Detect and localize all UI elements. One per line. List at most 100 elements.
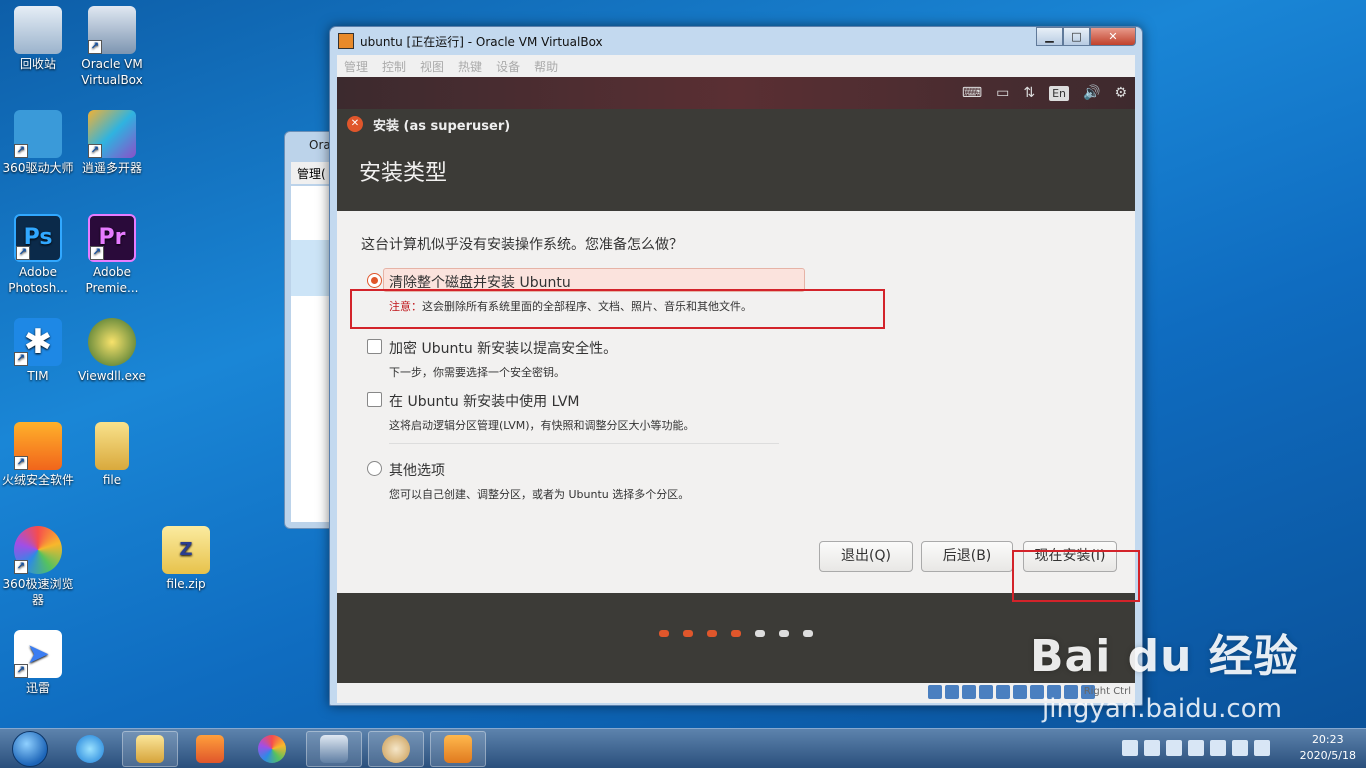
optical-drive-icon[interactable] (945, 685, 959, 699)
option-something-else[interactable]: 其他选项 您可以自己创建、调整分区，或者为 Ubuntu 选择多个分区。 (367, 460, 690, 502)
battery-icon[interactable]: ▭ (996, 85, 1009, 101)
desktop-icon-tim[interactable]: ✱ ↗ TIM (0, 318, 76, 384)
vm-title-bar[interactable]: ubuntu [正在运行] - Oracle VM VirtualBox (330, 27, 1142, 55)
maximize-button[interactable]: □ (1063, 27, 1090, 46)
help-icon[interactable] (1144, 740, 1160, 756)
something-else-radio[interactable] (367, 461, 382, 476)
quit-button[interactable]: 退出(Q) (819, 541, 913, 572)
desktop-icon-recycle-bin[interactable]: 回收站 (0, 6, 76, 72)
360-driver-icon: ↗ (14, 110, 62, 158)
progress-dot (779, 630, 789, 637)
paint-palette-icon (382, 735, 410, 763)
encrypt-checkbox[interactable] (367, 339, 382, 354)
show-hidden-icons-icon[interactable] (1166, 740, 1182, 756)
lvm-checkbox[interactable] (367, 392, 382, 407)
installer-close-icon[interactable]: ✕ (347, 116, 363, 132)
premiere-icon: Pr ↗ (88, 214, 136, 262)
tim-icon: ✱ ↗ (14, 318, 62, 366)
shortcut-arrow-icon: ↗ (14, 664, 28, 678)
installer-title-bar: ✕ 安装 (as superuser) (337, 109, 1135, 139)
erase-disk-radio[interactable] (367, 273, 382, 288)
progress-dot (803, 630, 813, 637)
installer-footer (337, 593, 1135, 683)
install-question: 这台计算机似乎没有安装操作系统。您准备怎么做？ (361, 237, 683, 253)
shortcut-arrow-icon: ↗ (14, 352, 28, 366)
menu-devices[interactable]: 设备 (489, 58, 527, 75)
menu-help[interactable]: 帮助 (527, 58, 565, 75)
settings-gear-icon[interactable]: ⚙ (1114, 85, 1127, 101)
clock-time: 20:23 (1311, 733, 1344, 746)
xunlei-icon: ➤ ↗ (14, 630, 62, 678)
option-encrypt[interactable]: 加密 Ubuntu 新安装以提高安全性。 下一步，你需要选择一个安全密钥。 (367, 338, 618, 380)
menu-view[interactable]: 视图 (413, 58, 451, 75)
close-button[interactable]: ✕ (1090, 27, 1136, 46)
option-lvm[interactable]: 在 Ubuntu 新安装中使用 LVM 这将启动逻辑分区管理(LVM)，有快照和… (367, 391, 695, 433)
usb-icon[interactable] (996, 685, 1010, 699)
360-browser-icon: ↗ (14, 526, 62, 574)
desktop-icon-virtualbox[interactable]: ↗ Oracle VM VirtualBox (74, 6, 150, 88)
virtualbox-icon (320, 735, 348, 763)
taskbar-360-browser[interactable] (244, 731, 300, 767)
desktop-icon-360-browser[interactable]: ↗ 360极速浏览器 (0, 526, 76, 608)
ie-icon (76, 735, 104, 763)
desktop-icon-label: 逍遥多开器 (81, 161, 142, 175)
desktop-icon-label: Oracle VM VirtualBox (81, 57, 143, 87)
vm-window[interactable]: ubuntu [正在运行] - Oracle VM VirtualBox ▁ □… (329, 26, 1143, 706)
volume-tray-icon[interactable] (1254, 740, 1270, 756)
virtualbox-app-icon (338, 33, 354, 49)
desktop-icon-label: Adobe Photosh... (8, 265, 68, 295)
network-adapter-icon[interactable] (979, 685, 993, 699)
desktop-icon-360-driver[interactable]: ↗ 360驱动大师 (0, 110, 76, 176)
volume-icon[interactable]: 🔊 (1083, 85, 1100, 101)
minimize-button[interactable]: ▁ (1036, 27, 1063, 46)
sogou-input-icon[interactable] (1122, 740, 1138, 756)
desktop-icon-label: 360驱动大师 (2, 161, 74, 175)
desktop-icon-file-folder[interactable]: file (74, 422, 150, 488)
media-player-icon (196, 735, 224, 763)
clock[interactable]: 20:23 2020/5/18 (1300, 732, 1356, 764)
taskbar-virtualbox[interactable] (306, 731, 362, 767)
vm-menu-bar: 管理 控制 视图 热键 设备 帮助 (337, 55, 1135, 77)
back-button[interactable]: 后退(B) (921, 541, 1013, 572)
start-button[interactable] (2, 730, 58, 768)
desktop-icon-xunlei[interactable]: ➤ ↗ 迅雷 (0, 630, 76, 696)
desktop-icon-xiaoyao[interactable]: ↗ 逍遥多开器 (74, 110, 150, 176)
flag-icon[interactable] (1188, 740, 1204, 756)
desktop-icon-viewdll[interactable]: Viewdll.exe (74, 318, 150, 384)
taskbar-ie[interactable] (62, 731, 118, 767)
option-note: 您可以自己创建、调整分区，或者为 Ubuntu 选择多个分区。 (389, 488, 690, 501)
battery-tray-icon[interactable] (1210, 740, 1226, 756)
input-language-indicator[interactable]: En (1049, 85, 1069, 101)
taskbar-vm-session[interactable] (430, 731, 486, 767)
ubuntu-top-panel: ⌨ ▭ ⇅ En 🔊 ⚙ (337, 77, 1135, 109)
desktop-icon-photoshop[interactable]: Ps ↗ Adobe Photosh... (0, 214, 76, 296)
hard-disk-icon[interactable] (928, 685, 942, 699)
desktop-icon-premiere[interactable]: Pr ↗ Adobe Premie... (74, 214, 150, 296)
desktop-icon-file-zip[interactable]: Z file.zip (148, 526, 224, 592)
desktop-icon-label: Adobe Premie... (85, 265, 139, 295)
network-icon[interactable]: ⇅ (1023, 85, 1035, 101)
shortcut-arrow-icon: ↗ (88, 40, 102, 54)
option-label: 加密 Ubuntu 新安装以提高安全性。 (389, 341, 618, 357)
window-controls: ▁ □ ✕ (1036, 27, 1136, 46)
taskbar-media-player[interactable] (182, 731, 238, 767)
vm-window-title: ubuntu [正在运行] - Oracle VM VirtualBox (360, 34, 603, 49)
menu-hotkey[interactable]: 热键 (451, 58, 489, 75)
taskbar-paint[interactable] (368, 731, 424, 767)
keyboard-icon[interactable]: ⌨ (962, 85, 982, 101)
install-progress-dots (659, 630, 813, 637)
taskbar: 20:23 2020/5/18 (0, 728, 1366, 768)
taskbar-explorer[interactable] (122, 731, 178, 767)
desktop-icon-huorong[interactable]: ↗ 火绒安全软件 (0, 422, 76, 488)
menu-control[interactable]: 控制 (375, 58, 413, 75)
network-tray-icon[interactable] (1232, 740, 1248, 756)
zip-archive-icon: Z (162, 526, 210, 574)
progress-dot (755, 630, 765, 637)
audio-icon[interactable] (962, 685, 976, 699)
virtualbox-icon: ↗ (88, 6, 136, 54)
desktop-icon-label: 火绒安全软件 (1, 473, 74, 487)
menu-manage[interactable]: 管理 (337, 58, 375, 75)
shared-folder-icon[interactable] (1013, 685, 1027, 699)
windows-logo-icon (12, 731, 48, 767)
xiaoyao-icon: ↗ (88, 110, 136, 158)
